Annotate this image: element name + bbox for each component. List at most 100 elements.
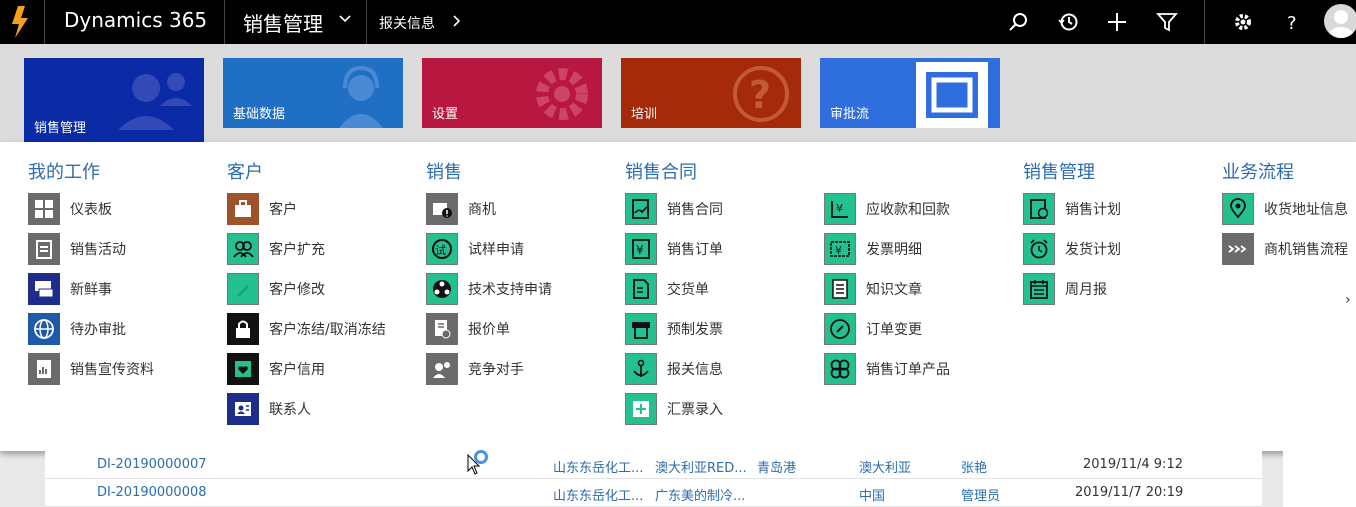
tile-label: 培训 xyxy=(631,107,658,122)
menu-item-sales-activity[interactable]: 销售活动 xyxy=(28,232,126,266)
menu-item-shipping-plan[interactable]: 发货计划 xyxy=(1023,232,1121,266)
chat-icon xyxy=(28,273,60,305)
menu-item-label: 商机 xyxy=(468,202,496,218)
menu-item-account-credit[interactable]: 客户信用 xyxy=(227,352,325,386)
tile-basic-data[interactable]: 基础数据 xyxy=(223,58,403,128)
column-title: 业务流程 xyxy=(1222,162,1294,183)
area-tile-bar: 销售管理 基础数据 设置 ? 培训 审批流 xyxy=(0,44,1356,142)
menu-item-label: 试样申请 xyxy=(468,242,524,258)
menu-item-quote[interactable]: 报价单 xyxy=(426,312,510,346)
question-circle-icon: ? xyxy=(733,66,789,122)
menu-item-proforma-invoice[interactable]: 预制发票 xyxy=(625,312,723,346)
record-link[interactable]: 中国 xyxy=(859,485,885,504)
tile-settings[interactable]: 设置 xyxy=(422,58,602,128)
clipboard-icon xyxy=(28,233,60,265)
tile-approval-flow[interactable]: 审批流 xyxy=(820,58,1000,128)
divider xyxy=(44,0,45,44)
menu-item-shipping-address[interactable]: 收货地址信息 xyxy=(1222,192,1348,226)
menu-item-sample-request[interactable]: 试 试样申请 xyxy=(426,232,524,266)
record-link[interactable]: 山东东岳化工... xyxy=(553,457,643,476)
menu-item-account-extension[interactable]: 客户扩充 xyxy=(227,232,325,266)
menu-item-contact[interactable]: 联系人 xyxy=(227,392,311,426)
column-title: 销售管理 xyxy=(1023,162,1095,183)
menu-item-label: 竞争对手 xyxy=(468,362,524,378)
table-row[interactable]: DI-20190000008 山东东岳化工... 广东美的制冷... 中国 管理… xyxy=(45,479,1262,507)
menu-item-label: 待办审批 xyxy=(70,322,126,338)
trial-icon: 试 xyxy=(426,233,458,265)
loading-spinner-icon xyxy=(474,450,488,464)
menu-item-label: 联系人 xyxy=(269,402,311,418)
menu-item-sales-contract[interactable]: 销售合同 xyxy=(625,192,723,226)
chevron-down-icon[interactable] xyxy=(338,12,352,26)
menu-item-account-change[interactable]: 客户修改 xyxy=(227,272,325,306)
sitemap-menu: 我的工作 客户 销售 销售合同 销售管理 业务流程 仪表板 销售活动 新鲜事 待… xyxy=(0,142,1356,451)
svg-text:试: 试 xyxy=(435,244,446,257)
area-selector[interactable]: 销售管理 xyxy=(243,8,323,37)
invoice-icon: ¥ xyxy=(824,233,856,265)
tile-label: 销售管理 xyxy=(34,121,87,136)
menu-item-competitor[interactable]: 竞争对手 xyxy=(426,352,524,386)
owner-link[interactable]: 张艳 xyxy=(961,457,987,476)
menu-item-knowledge-article[interactable]: 知识文章 xyxy=(824,272,922,306)
calendar-icon xyxy=(1023,273,1055,305)
record-link[interactable]: 山东东岳化工... xyxy=(553,485,643,504)
tile-training[interactable]: ? 培训 xyxy=(621,58,801,128)
chevron-right-icon[interactable]: › xyxy=(1345,292,1351,308)
menu-item-label: 客户 xyxy=(269,202,297,218)
column-title: 我的工作 xyxy=(28,162,100,183)
yen-document-icon: ¥ xyxy=(625,233,657,265)
chevron-right-icon[interactable] xyxy=(452,14,462,28)
breadcrumb[interactable]: 报关信息 xyxy=(379,13,435,33)
people-icon xyxy=(118,73,192,130)
record-id-link[interactable]: DI-20190000008 xyxy=(97,485,207,500)
square-frame-icon xyxy=(916,62,988,128)
menu-item-sales-plan[interactable]: 销售计划 xyxy=(1023,192,1121,226)
globe-icon xyxy=(28,313,60,345)
dynamics-logo-icon[interactable] xyxy=(0,0,44,44)
menu-item-tech-support-request[interactable]: 技术支持申请 xyxy=(426,272,552,306)
menu-item-dashboard[interactable]: 仪表板 xyxy=(28,192,112,226)
owner-link[interactable]: 管理员 xyxy=(961,485,1000,504)
menu-item-account-freeze[interactable]: 客户冻结/取消冻结 xyxy=(227,312,386,346)
table-row[interactable]: DI-20190000007 山东东岳化工... 澳大利亚RED... 青岛港 … xyxy=(45,451,1262,479)
record-id-link[interactable]: DI-20190000007 xyxy=(97,457,207,472)
divider xyxy=(1204,0,1205,44)
headset-user-icon xyxy=(339,65,383,128)
menu-item-customs-info[interactable]: 报关信息 xyxy=(625,352,723,386)
quote-icon xyxy=(426,313,458,345)
tile-sales-management[interactable]: 销售管理 xyxy=(24,58,204,142)
menu-item-weekly-monthly-report[interactable]: 周月报 xyxy=(1023,272,1107,306)
menu-item-label: 客户修改 xyxy=(269,282,325,298)
history-icon[interactable] xyxy=(1057,11,1079,33)
gear-icon[interactable] xyxy=(1232,11,1254,33)
menu-item-draft-entry[interactable]: 汇票录入 xyxy=(625,392,723,426)
menu-item-label: 销售订单 xyxy=(667,242,723,258)
article-icon xyxy=(824,273,856,305)
record-link[interactable]: 广东美的制冷... xyxy=(655,485,745,504)
tile-label: 设置 xyxy=(432,107,459,122)
menu-item-opportunity-sales-process[interactable]: 商机销售流程 xyxy=(1222,232,1348,266)
contact-card-icon xyxy=(227,393,259,425)
app-name[interactable]: Dynamics 365 xyxy=(64,8,207,32)
menu-item-order-change[interactable]: 订单变更 xyxy=(824,312,922,346)
menu-item-whats-new[interactable]: 新鲜事 xyxy=(28,272,112,306)
search-icon[interactable] xyxy=(1007,11,1029,33)
record-link[interactable]: 澳大利亚RED... xyxy=(655,457,747,476)
avatar[interactable] xyxy=(1324,4,1356,38)
filter-icon[interactable] xyxy=(1156,11,1178,33)
menu-item-delivery[interactable]: 交货单 xyxy=(625,272,709,306)
tile-label: 审批流 xyxy=(830,107,870,122)
menu-item-account[interactable]: 客户 xyxy=(227,192,297,226)
plus-icon[interactable] xyxy=(1106,11,1128,33)
help-icon[interactable]: ? xyxy=(1282,11,1304,33)
menu-item-invoice-details[interactable]: ¥ 发票明细 xyxy=(824,232,922,266)
menu-item-sales-order-product[interactable]: 销售订单产品 xyxy=(824,352,950,386)
created-on: 2019/11/4 9:12 xyxy=(1083,457,1183,472)
record-link[interactable]: 澳大利亚 xyxy=(859,457,911,476)
record-link[interactable]: 青岛港 xyxy=(757,457,796,476)
menu-item-receivables[interactable]: ¥ 应收款和回款 xyxy=(824,192,950,226)
menu-item-sales-order[interactable]: ¥ 销售订单 xyxy=(625,232,723,266)
menu-item-opportunity[interactable]: 商机 xyxy=(426,192,496,226)
menu-item-pending-approval[interactable]: 待办审批 xyxy=(28,312,126,346)
menu-item-sales-collateral[interactable]: 销售宣传资料 xyxy=(28,352,154,386)
